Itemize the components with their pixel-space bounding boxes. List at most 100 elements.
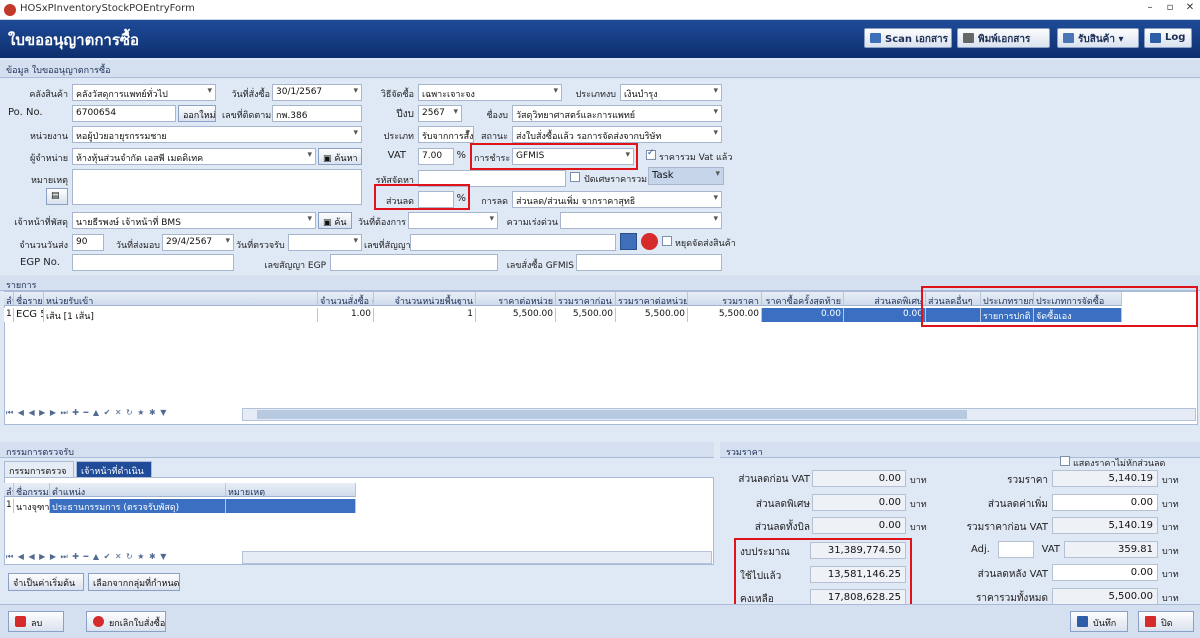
new-po-button[interactable]: ออกใหม่	[178, 105, 216, 122]
table-cell[interactable]: นางจุฑาวดี วงษ์สมบัติ	[14, 499, 50, 513]
table-cell[interactable]: จัดซื้อเอง	[1034, 308, 1122, 322]
discount-field[interactable]	[418, 191, 454, 208]
vat-included-checkbox[interactable]	[646, 148, 656, 160]
items-column-header[interactable]: ประเภทรายการสั่งซื้อ	[981, 292, 1034, 306]
contract-field[interactable]	[410, 234, 616, 251]
gfmis-field[interactable]	[576, 254, 722, 271]
discount-type-select[interactable]: ส่วนลด/ส่วนเพิ่ม จากราคาสุทธิ	[512, 191, 722, 208]
officer-select[interactable]: นายธีรพงษ์ เจ้าหน้าที่ BMS	[72, 212, 316, 229]
items-column-header[interactable]: จำนวนสั่งซื้อ (Package)	[318, 292, 374, 306]
before-vat-value: 5,140.19	[1052, 517, 1158, 534]
stop-delivery-checkbox[interactable]	[662, 236, 672, 246]
deliver-date-field[interactable]: 29/4/2567	[162, 234, 234, 251]
dept-select[interactable]: หอผู้ป่วยอายุรกรรมชาย	[72, 126, 362, 143]
year-select[interactable]: 2567	[418, 105, 462, 122]
restore-button[interactable]: ▫	[1162, 2, 1178, 16]
contract-clear-icon[interactable]	[641, 233, 658, 250]
default-committee-button[interactable]: จำเป็นค่าเริ่มต้น	[8, 573, 84, 591]
committee-hscroll[interactable]	[242, 551, 712, 564]
table-cell[interactable]: 1	[374, 308, 476, 322]
table-cell[interactable]: 5,500.00	[476, 308, 556, 322]
receive-button[interactable]: รับสินค้า ▾	[1057, 28, 1139, 48]
items-column-header[interactable]: ชื่อรายการ	[14, 292, 44, 306]
tab-committee[interactable]: กรรมการตรวจรับ	[4, 461, 74, 491]
contact-field[interactable]: กพ.386	[272, 105, 362, 122]
committee-column-header[interactable]: ตำแหน่ง	[50, 483, 226, 497]
days-field[interactable]: 90	[72, 234, 104, 251]
warehouse-select[interactable]: คลังวัสดุการแพทย์ทั่วไป	[72, 84, 216, 101]
table-cell[interactable]: 1	[4, 308, 14, 322]
table-cell[interactable]: รายการปกติ	[981, 308, 1034, 322]
close-window-button[interactable]: ✕	[1182, 2, 1198, 16]
items-column-header[interactable]: รวมราคา	[688, 292, 762, 306]
task-select[interactable]: Task	[648, 167, 724, 185]
adj-field[interactable]	[998, 541, 1034, 558]
committee-column-header[interactable]: หมายเหตุ	[226, 483, 356, 497]
budget-name-select[interactable]: วัสดุวิทยาศาสตร์และการแพทย์	[512, 105, 722, 122]
log-button[interactable]: Log	[1144, 28, 1192, 48]
vat-field[interactable]: 7.00	[418, 148, 454, 165]
items-column-header[interactable]: ลำดับ	[4, 292, 14, 306]
items-column-header[interactable]: ราคาซื้อครั้งสุดท้าย	[762, 292, 844, 306]
add-field[interactable]: 0.00	[1052, 494, 1158, 511]
contract-add-icon[interactable]	[620, 233, 637, 250]
table-cell[interactable]: 5,500.00	[616, 308, 688, 322]
table-cell[interactable]: ประธานกรรมการ (ตรวจรับพัสดุ)	[50, 499, 226, 513]
type-select[interactable]: รับจากการสั่งซื้	[418, 126, 474, 143]
payment-select[interactable]: GFMIS	[512, 148, 634, 165]
po-number-field[interactable]: 6700654	[72, 105, 176, 122]
items-column-header[interactable]: รวมราคาก่อน Vat	[556, 292, 616, 306]
table-cell[interactable]: ECG 5 Lead Wire Set Clip Compatible Mind…	[14, 308, 44, 322]
find-officer-button[interactable]: ▣ ค้น	[318, 212, 352, 229]
save-button[interactable]: บันทึก	[1070, 611, 1128, 632]
table-cell[interactable]: 1.00	[318, 308, 374, 322]
items-navigator[interactable]: ⏮ ◀ ◀ ▶ ▶ ⏭ ✚ ━ ▲ ✔ ✕ ↻ ★ ✱ ▼	[6, 408, 167, 422]
items-column-header[interactable]: ส่วนลดอื่นๆ	[926, 292, 981, 306]
tab-staff[interactable]: เจ้าหน้าที่ดำเนินการ	[76, 461, 152, 491]
find-vendor-button[interactable]: ▣ ค้นหา	[318, 148, 362, 165]
round-checkbox[interactable]	[570, 172, 580, 182]
inspect-date-field[interactable]	[288, 234, 362, 251]
disc-after-field[interactable]: 0.00	[1052, 564, 1158, 581]
table-cell[interactable]	[226, 499, 356, 513]
method-select[interactable]: เฉพาะเจาะจง	[418, 84, 562, 101]
note-attach-button[interactable]: ▤	[46, 188, 68, 205]
table-cell[interactable]: 1	[4, 499, 14, 513]
budget-type-select[interactable]: เงินบำรุง	[620, 84, 722, 101]
items-column-header[interactable]: หน่วยรับเข้า	[44, 292, 318, 306]
show-undiscounted-checkbox[interactable]	[1060, 456, 1070, 466]
table-cell[interactable]	[926, 308, 981, 322]
items-column-header[interactable]: ประเภทการจัดซื้อ	[1034, 292, 1122, 306]
table-cell[interactable]: 5,500.00	[556, 308, 616, 322]
items-column-header[interactable]: ส่วนลดพิเศษ	[844, 292, 926, 306]
year-label: ปีงบ	[396, 109, 414, 120]
cancel-po-button[interactable]: ยกเลิกใบสั่งซื้อ	[86, 611, 166, 632]
delete-button[interactable]: ลบ	[8, 611, 64, 632]
urgency-select[interactable]	[560, 212, 722, 229]
minimize-button[interactable]: –	[1142, 2, 1158, 16]
order-date-field[interactable]: 30/1/2567	[272, 84, 362, 101]
print-button[interactable]: พิมพ์เอกสาร	[957, 28, 1050, 48]
table-cell[interactable]: 0.00	[844, 308, 926, 322]
items-column-header[interactable]: รวมราคาต่อหน่วย	[616, 292, 688, 306]
status-select[interactable]: ส่งใบสั่งซื้อแล้ว รอการจัดส่งจากบริษัท	[512, 126, 722, 143]
table-cell[interactable]: เส้น [1 เส้น]	[44, 308, 318, 322]
close-button[interactable]: ปิด	[1138, 611, 1194, 632]
committee-column-header[interactable]: ชื่อกรรมการ	[14, 483, 50, 497]
egp-field[interactable]	[72, 254, 234, 271]
note-field[interactable]	[72, 169, 362, 205]
committee-navigator[interactable]: ⏮ ◀ ◀ ▶ ▶ ⏭ ✚ ━ ▲ ✔ ✕ ↻ ★ ✱ ▼	[6, 552, 167, 566]
items-column-header[interactable]: จำนวนหน่วยพื้นฐาน	[374, 292, 476, 306]
table-cell[interactable]: 0.00	[762, 308, 844, 322]
vendor-select[interactable]: ห้างหุ้นส่วนจำกัด เอสพี เมดดิเทค	[72, 148, 316, 165]
table-cell[interactable]: 5,500.00	[688, 308, 762, 322]
need-date-field[interactable]	[408, 212, 498, 229]
vat-included-label: ราคารวม Vat แล้ว	[659, 153, 733, 163]
committee-column-header[interactable]: ลำดับ	[4, 483, 14, 497]
scan-button[interactable]: Scan เอกสาร	[864, 28, 952, 48]
choose-group-button[interactable]: เลือกจากกลุ่มที่กำหนด	[88, 573, 180, 591]
items-hscroll[interactable]	[242, 408, 1196, 421]
code-field[interactable]	[418, 170, 566, 187]
items-column-header[interactable]: ราคาต่อหน่วย	[476, 292, 556, 306]
egp-contract-field[interactable]	[330, 254, 498, 271]
